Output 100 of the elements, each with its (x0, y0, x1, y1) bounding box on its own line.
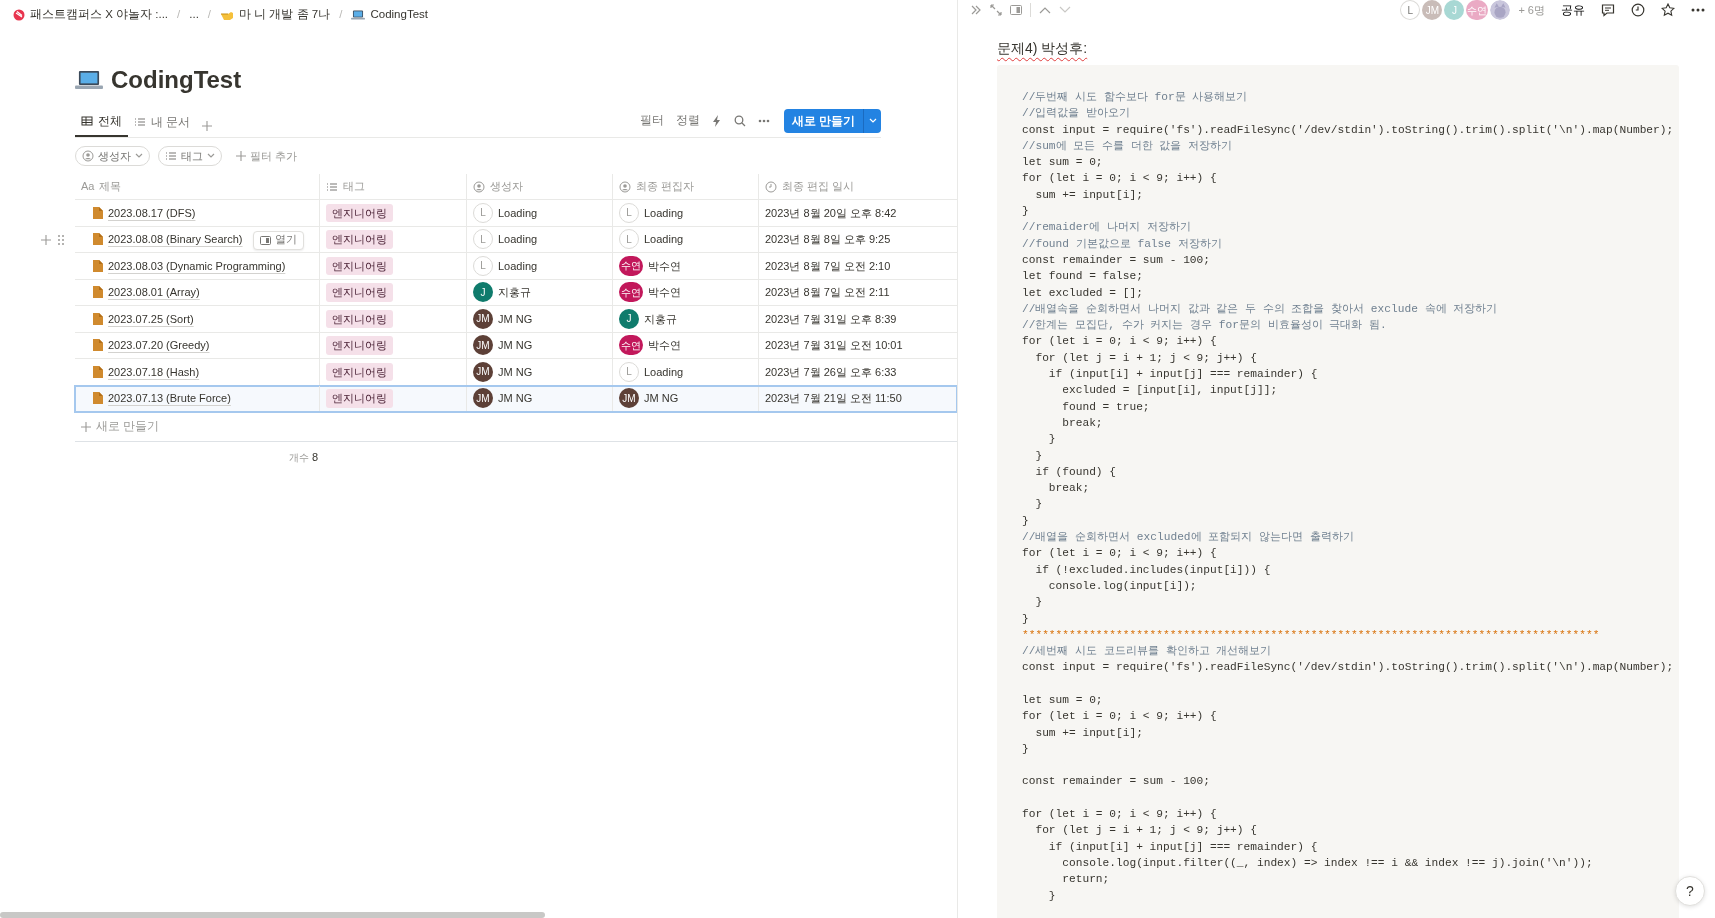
collapse-button[interactable] (970, 4, 982, 16)
avatar: L (619, 361, 639, 382)
person-name: JM NG (498, 311, 533, 327)
table-cell-text: 2023년 8월 7일 오전 2:10 (764, 258, 892, 274)
history-button[interactable] (1631, 3, 1645, 17)
avatar: JM (619, 388, 639, 409)
code-line: if (input[i] + input[j] === remainder) { (1047, 367, 1318, 383)
code-line: break; (1047, 481, 1090, 497)
page-link[interactable]: 2023.07.25 (Sort) (108, 310, 194, 327)
favorite-button[interactable] (1661, 3, 1675, 17)
table-row[interactable]: 2023.08.08 (Binary Search) 열기 엔지니어링 L Loading L Loading 2023년 8월 8일 오후 9:25 (75, 226, 957, 253)
avatar: 수연 (619, 282, 643, 303)
table-row[interactable]: 2023.07.13 (Brute Force) 엔지니어링 JM JM NG JM JM NG 2023년 7월 21일 오전 11:50 (75, 385, 957, 412)
view-tab[interactable]: 내 문서 (128, 113, 197, 137)
plus-icon (81, 421, 91, 432)
help-button[interactable]: ? (1675, 876, 1705, 906)
table-row[interactable]: 2023.07.25 (Sort) 엔지니어링 JM JM NG J 지홍규 2023년 7월 31일 오후 8:39 (75, 306, 957, 333)
code-line: //remaider에 나머지 저장하기 (1022, 220, 1191, 236)
code-line: //입력값을 받아오기 (1022, 106, 1131, 122)
page-link[interactable]: 2023.08.03 (Dynamic Programming) (108, 257, 286, 274)
avatar: L (473, 202, 493, 223)
scrollbar[interactable] (0, 912, 545, 918)
drag-handle-icon[interactable] (58, 234, 64, 245)
breadcrumb-item[interactable]: CodingTest (348, 4, 431, 26)
avatar: 수연 (619, 335, 643, 356)
tag: 엔지니어링 (326, 362, 393, 381)
dropdown-button[interactable] (863, 109, 881, 133)
tag: 엔지니어링 (326, 336, 393, 355)
code-line: for (let i = 0; i < 9; i++) { (1022, 807, 1217, 823)
view-tab[interactable]: 전체 (75, 112, 128, 137)
code-line: } (1047, 888, 1056, 904)
code-line: for (let i = 0; i < 9; i++) { (1022, 546, 1217, 562)
slash-separator: / (207, 7, 212, 23)
filter-chip[interactable]: 태그 (158, 146, 222, 166)
expand-button[interactable] (990, 4, 1002, 16)
add-row-icon[interactable] (41, 234, 51, 245)
chevron-up-icon (1039, 6, 1051, 14)
person-name: Loading (644, 364, 684, 380)
sort-button[interactable]: 정렬 (669, 112, 706, 130)
people-count: + 6명 (1518, 2, 1545, 18)
page-link[interactable]: 2023.08.01 (Array) (108, 284, 200, 301)
comments-button[interactable] (1601, 3, 1615, 17)
breadcrumb-item[interactable]: ... (186, 4, 202, 26)
page-link[interactable]: 2023.07.18 (Hash) (108, 363, 200, 380)
table-row[interactable]: 2023.08.17 (DFS) 엔지니어링 L Loading L Loading 2023년 8월 20일 오후 8:42 (75, 200, 957, 227)
person-icon (619, 180, 631, 193)
code-line: let found = false; (1022, 269, 1143, 285)
panel-icon (1010, 5, 1022, 15)
avatar: L (619, 229, 639, 250)
avatar: J (619, 308, 639, 329)
tag: 엔지니어링 (326, 256, 393, 275)
side-peek-button[interactable] (1010, 5, 1022, 15)
open-button[interactable]: 열기 (253, 230, 304, 250)
person-icon (473, 180, 485, 193)
table-row[interactable]: 2023.08.01 (Array) 엔지니어링 J 지홍규 수연 박수연 2023년 8월 7일 오전 2:11 (75, 279, 957, 306)
person-name: 지홍규 (644, 311, 677, 327)
more-button[interactable] (1691, 8, 1705, 12)
filter-chip[interactable]: 생성자 (75, 146, 150, 166)
breadcrumb-item[interactable]: 패스트캠퍼스 X 야놀자 :... (10, 4, 172, 26)
code-line: found = true; (1061, 399, 1150, 415)
tag: 엔지니어링 (326, 309, 393, 328)
avatar[interactable]: L (1400, 0, 1421, 20)
code-line: console.log(input[i]); (1047, 578, 1197, 594)
code-line: } (1022, 204, 1029, 220)
code-line: sum += input[i]; (1034, 725, 1143, 741)
document-icon (93, 259, 103, 272)
tag: 엔지니어링 (326, 230, 393, 249)
avatar: L (619, 202, 639, 223)
list-icon (326, 180, 338, 193)
code-line: console.log(input.filter((_, index) => index !== i && index !== j).join('\n')); (1061, 855, 1593, 871)
avatar: L (473, 255, 493, 276)
avatar: J (473, 282, 493, 303)
person-name: 박수연 (648, 258, 681, 274)
page-link[interactable]: 2023.08.08 (Binary Search) (108, 231, 243, 248)
page-link[interactable]: 2023.08.17 (DFS) (108, 204, 196, 221)
person-name: JM NG (498, 338, 533, 353)
code-line: //세번째 시도 코드리뷰를 확인하고 개선해보기 (1022, 644, 1272, 660)
page-link[interactable]: 2023.07.20 (Greedy) (108, 337, 210, 354)
person-name: Loading (498, 232, 538, 247)
new-button[interactable]: 새로 만들기 (783, 109, 863, 133)
next-button[interactable] (1059, 6, 1071, 14)
previous-button[interactable] (1039, 6, 1051, 14)
tag: 엔지니어링 (326, 283, 393, 302)
table-row[interactable]: 2023.08.03 (Dynamic Programming) 엔지니어링 L Loading 수연 박수연 2023년 8월 7일 오전 2:10 (75, 253, 957, 280)
filter-button[interactable]: 필터 (633, 112, 670, 130)
share-button[interactable]: 공유 (1561, 1, 1585, 19)
chevron-down-icon (1059, 6, 1071, 14)
person-name: Loading (644, 232, 684, 247)
table-row[interactable]: 2023.07.20 (Greedy) 엔지니어링 JM JM NG 수연 박수연 2023년 7월 31일 오전 10:01 (75, 332, 957, 359)
list-icon (165, 150, 177, 162)
person-icon (82, 150, 94, 162)
breadcrumb-item[interactable]: 마 니 개발 좀 7나 (217, 4, 334, 26)
search-icon (733, 115, 746, 128)
table-cell-text: 2023년 7월 21일 오전 11:50 (764, 391, 903, 406)
comment-icon (1601, 3, 1615, 17)
tag: 엔지니어링 (326, 203, 393, 222)
code-line: //배열을 순회하면서 excluded에 포함되지 않는다면 출력하기 (1022, 530, 1354, 545)
person-name: Loading (644, 205, 684, 221)
page-link[interactable]: 2023.07.13 (Brute Force) (108, 390, 231, 407)
code-line: sum += input[i]; (1034, 187, 1143, 203)
